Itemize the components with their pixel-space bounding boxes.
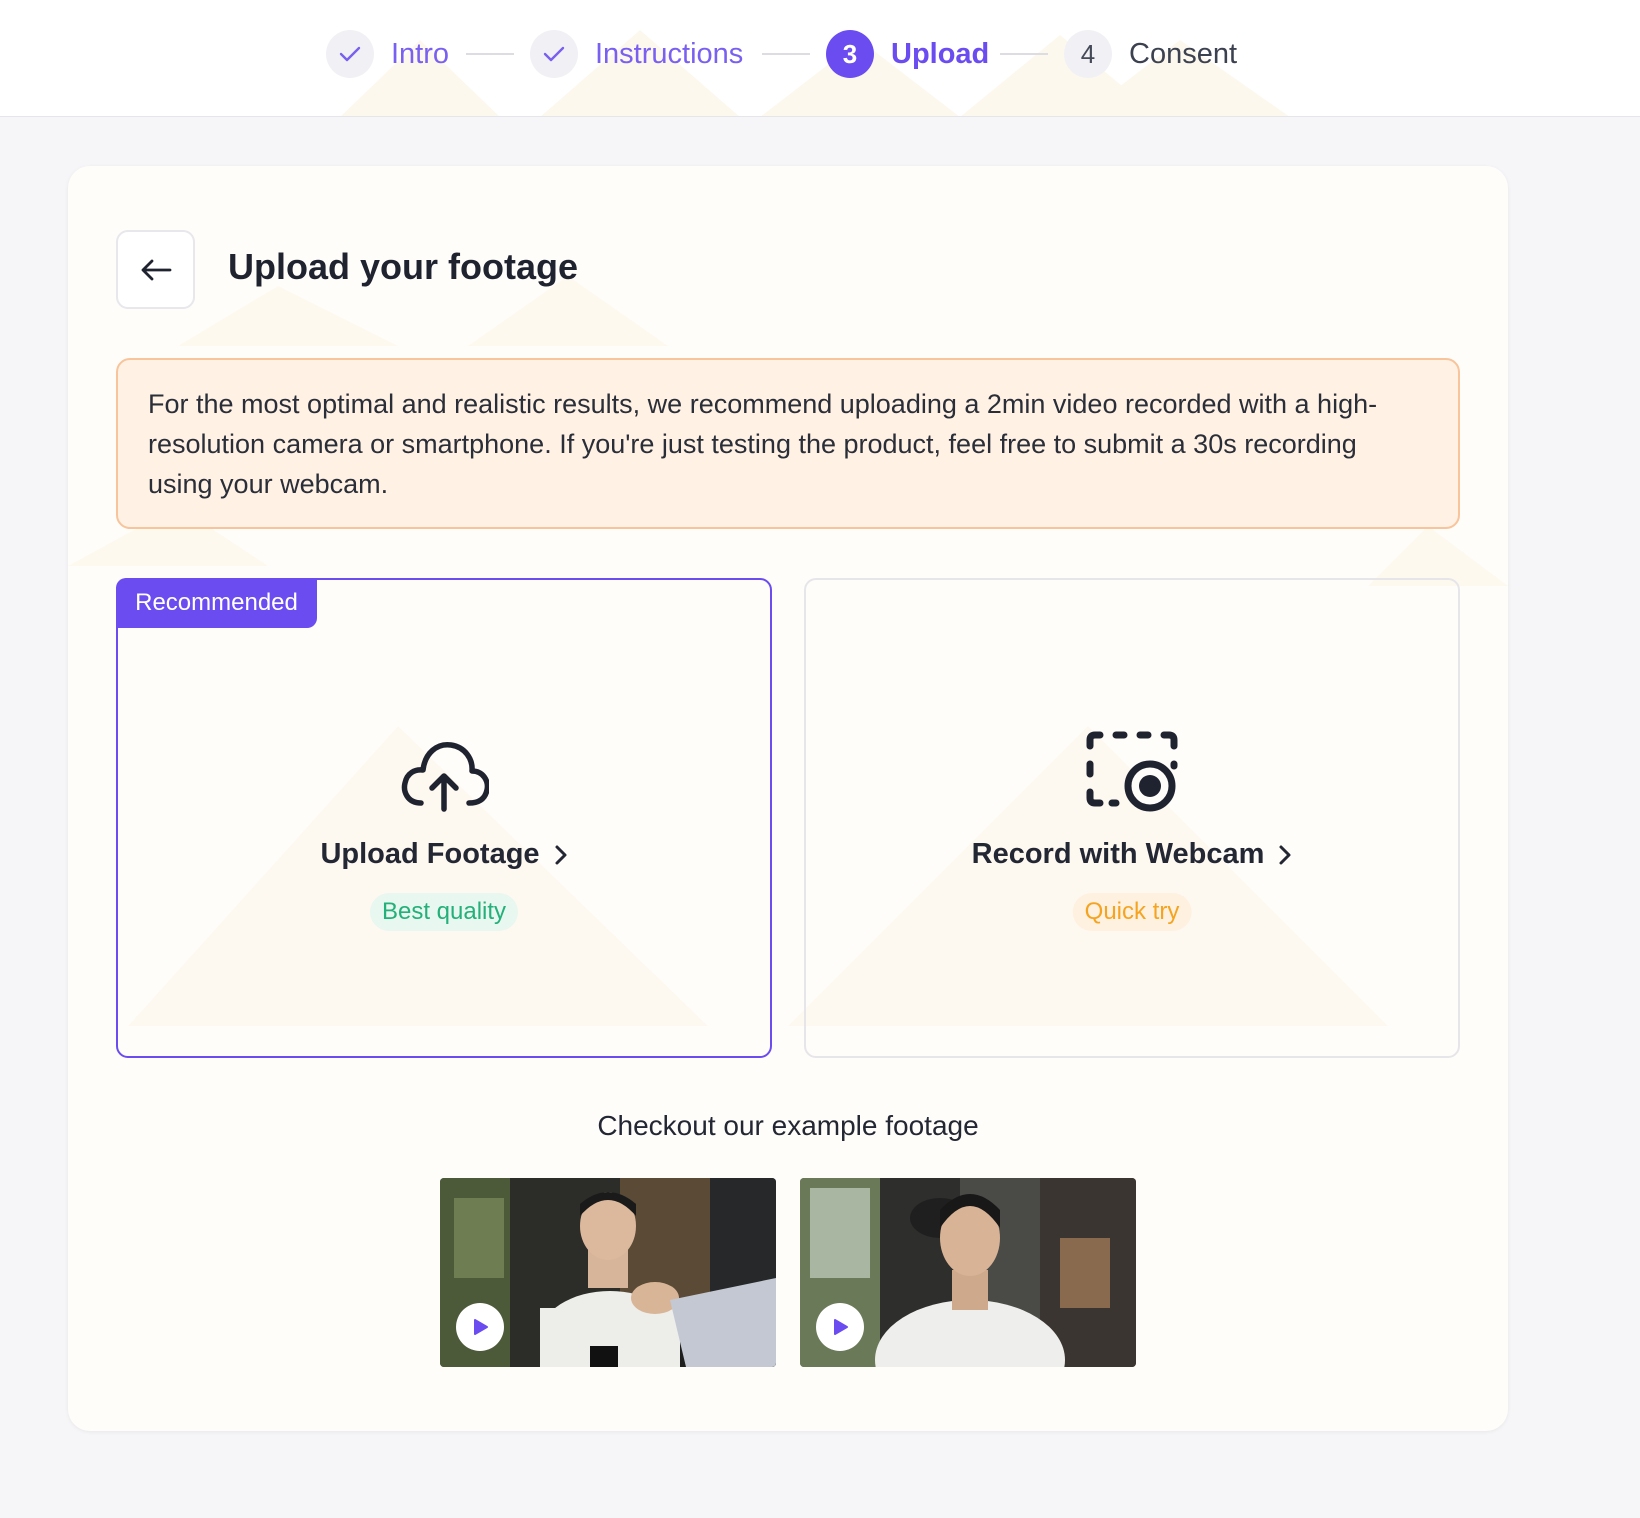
step-instructions[interactable]: Instructions bbox=[530, 30, 743, 78]
upload-footage-title: Upload Footage bbox=[118, 838, 770, 874]
play-button[interactable] bbox=[456, 1303, 504, 1351]
record-webcam-title: Record with Webcam bbox=[806, 838, 1458, 874]
step-label: Consent bbox=[1129, 37, 1238, 70]
step-connector bbox=[466, 53, 514, 55]
record-screen-icon bbox=[1082, 728, 1182, 818]
step-number: 3 bbox=[826, 30, 874, 78]
play-icon bbox=[474, 1319, 488, 1335]
page-title: Upload your footage bbox=[228, 246, 578, 287]
play-icon bbox=[834, 1319, 848, 1335]
examples-title: Checkout our example footage bbox=[597, 1110, 979, 1141]
step-connector bbox=[1000, 53, 1048, 55]
back-button[interactable] bbox=[116, 230, 195, 309]
stepper-bar: Intro Instructions 3 Upload 4 Consent bbox=[0, 0, 1640, 117]
upload-footage-option[interactable]: Recommended Upload Footage Best quality bbox=[116, 578, 772, 1058]
chevron-right-icon bbox=[1278, 841, 1292, 874]
play-button[interactable] bbox=[816, 1303, 864, 1351]
step-label: Intro bbox=[391, 37, 450, 70]
best-quality-tag: Best quality bbox=[369, 893, 519, 931]
step-label: Instructions bbox=[595, 37, 744, 70]
example-video-thumbnail[interactable] bbox=[440, 1178, 776, 1367]
recommended-badge: Recommended bbox=[116, 578, 317, 628]
cloud-upload-icon bbox=[394, 728, 494, 818]
chevron-right-icon bbox=[554, 841, 568, 874]
step-connector bbox=[762, 53, 810, 55]
stepper: Intro Instructions 3 Upload 4 Consent bbox=[0, 0, 1640, 108]
quick-try-tag: Quick try bbox=[1072, 893, 1192, 931]
recommendation-notice: For the most optimal and realistic resul… bbox=[116, 358, 1460, 529]
upload-card: Upload your footage For the most optimal… bbox=[68, 166, 1508, 1431]
example-video-thumbnail[interactable] bbox=[800, 1178, 1136, 1367]
record-webcam-option[interactable]: Record with Webcam Quick try bbox=[804, 578, 1460, 1058]
check-icon bbox=[530, 30, 578, 78]
step-intro[interactable]: Intro bbox=[326, 30, 449, 78]
step-consent[interactable]: 4 Consent bbox=[1064, 30, 1237, 78]
step-label: Upload bbox=[891, 37, 990, 70]
arrow-left-icon bbox=[141, 259, 171, 280]
check-icon bbox=[326, 30, 374, 78]
step-upload[interactable]: 3 Upload bbox=[826, 30, 989, 78]
step-number: 4 bbox=[1064, 30, 1112, 78]
